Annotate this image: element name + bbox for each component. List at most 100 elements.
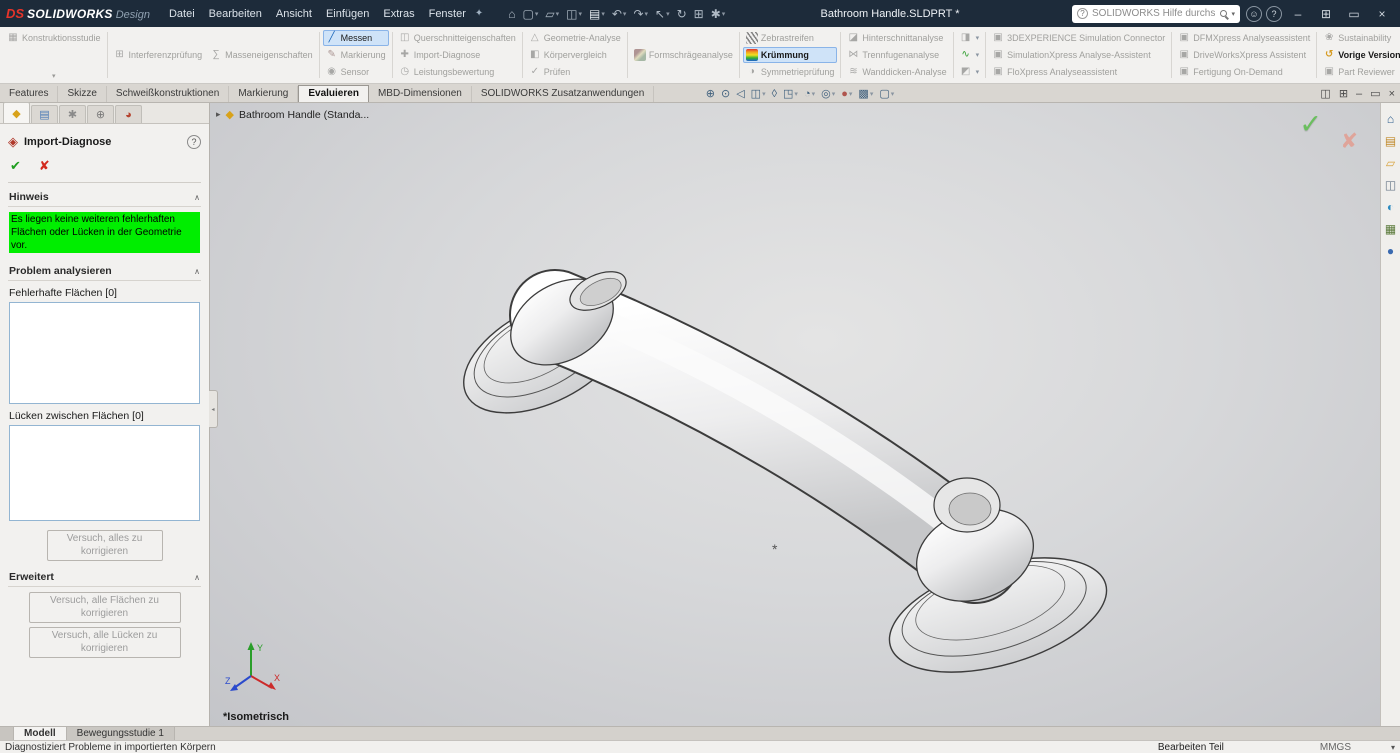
configurationmanager-tab[interactable]: ✱ [59,105,86,123]
breadcrumb[interactable]: ▸ ◆ Bathroom Handle (Standa... [216,108,369,121]
doc-minimize-icon[interactable]: – [1356,88,1362,100]
view-settings-button[interactable]: ▢▾ [877,87,896,100]
pane-grid-icon[interactable]: ⊞ [1339,87,1348,100]
confirmation-cancel-icon[interactable]: ✘ [1340,129,1358,154]
hide-show-items-button[interactable]: ◎▾ [819,87,837,100]
zoom-fit-button[interactable]: ⊕ [704,87,717,100]
undo-button[interactable]: ↶▾ [609,5,630,23]
view-orientation-button[interactable]: ◳▾ [781,87,800,100]
design-library-icon[interactable]: ▤ [1385,135,1396,148]
cancel-button[interactable]: ✘ [39,158,50,174]
property-manager-panel: ◆▤✱⊕◕ ◈ Import-Diagnose ? ✔ ✘ Hinweis ∧ … [0,103,210,726]
options-button[interactable]: ✱▾ [708,5,729,23]
tab-skizze[interactable]: Skizze [58,86,106,102]
measure-button[interactable]: ╱Messen [323,30,389,46]
help-search-box[interactable]: ? ▾ [1072,5,1240,23]
headsup-toolbar: ⊕⊙◁◫▾◊◳▾◔▾◎▾●▾▩▾▢▾ [704,84,897,103]
display-style-icon: ◔ [804,88,811,100]
confirmation-ok-icon[interactable]: ✓ [1299,109,1322,140]
doc-close-icon[interactable]: × [1389,88,1395,100]
zoom-area-button[interactable]: ⊙ [719,87,732,100]
statusbar-options-icon[interactable]: ▾ [1391,743,1395,752]
menu-einfugen[interactable]: Einfügen [319,4,376,24]
home-button[interactable]: ⌂ [505,5,518,23]
chevron-down-icon[interactable]: ▾ [1231,10,1235,18]
section-header-erweitert[interactable]: Erweitert ∧ [8,563,201,587]
tab-schweisskonstruktionen[interactable]: Schweißkonstruktionen [107,86,229,102]
menu-bearbeiten[interactable]: Bearbeiten [202,4,269,24]
dynamic-annotation-button[interactable]: ◊ [770,88,779,100]
new-document-button[interactable]: ▢▾ [520,5,542,23]
section-header-hinweis[interactable]: Hinweis ∧ [8,183,201,207]
appearances-icon[interactable]: ◐ [1387,201,1394,214]
featuremanager-tab[interactable]: ◆ [3,102,30,123]
edit-appearance-button[interactable]: ●▾ [839,88,854,100]
minimize-icon[interactable]: – [1286,4,1310,24]
help-icon[interactable]: ? [1266,6,1282,22]
forum-icon[interactable]: ● [1387,245,1394,258]
menu-datei[interactable]: Datei [162,4,202,24]
tab-mbd-dimensionen[interactable]: MBD-Dimensionen [369,86,472,102]
pane-split-icon[interactable]: ◫ [1320,87,1330,100]
displaymanager-tab[interactable]: ◕ [115,105,142,123]
units-label[interactable]: MMGS [1320,742,1351,753]
chevron-up-icon: ∧ [194,573,200,582]
check-previous-version-button[interactable]: ↺Vorige Version prüfen [1320,47,1400,63]
sustainability-button: ❀Sustainability [1320,30,1400,46]
dimxpertmanager-tab[interactable]: ⊕ [87,105,114,123]
surface-check-icon: ◩ [960,66,972,78]
view-orientation-label: *Isometrisch [223,711,289,723]
ribbon-item-label: Vorige Version prüfen [1338,50,1400,60]
previous-view-button[interactable]: ◁ [734,87,746,100]
doc-restore-icon[interactable]: ▭ [1370,87,1380,100]
save-button[interactable]: ◫▾ [563,5,585,23]
tab-markierung[interactable]: Markierung [229,86,298,102]
menu-extras[interactable]: Extras [376,4,421,24]
viewport[interactable]: ▸ ◆ Bathroom Handle (Standa... ✓ ✘ * Y X… [210,103,1380,726]
apply-scene-button[interactable]: ▩▾ [856,87,875,100]
print-button[interactable]: ▤▾ [586,5,608,23]
menu-fenster[interactable]: Fenster [422,4,473,24]
menu-ansicht[interactable]: Ansicht [269,4,319,24]
ok-button[interactable]: ✔ [10,158,21,174]
custom-properties-icon[interactable]: ▦ [1385,223,1396,236]
section-properties-button: ◫Querschnitteigenschaften [396,30,519,46]
faulty-faces-list[interactable] [9,302,200,404]
view-palette-icon[interactable]: ◫ [1385,179,1396,192]
tile-windows-icon[interactable]: ⊞ [1314,4,1338,24]
search-input[interactable] [1092,8,1216,19]
display-style-button[interactable]: ◔▾ [802,88,817,100]
model-tabs-scroll[interactable] [0,727,14,740]
rebuild-button[interactable]: ↻ [674,5,690,23]
model-tab-bewegungsstudie-1[interactable]: Bewegungsstudie 1 [67,727,175,740]
pin-menu-icon[interactable]: ✦ [473,8,491,19]
solidworks-logo: DS SOLIDWORKS Design [6,6,150,21]
thickness-analysis-icon: ≋ [847,66,859,78]
close-icon[interactable]: × [1370,4,1394,24]
curvature-comb-button[interactable]: ∿▾ [957,47,983,63]
help-button[interactable]: ? [187,135,201,149]
tab-features[interactable]: Features [0,86,58,102]
driveworksxpress-icon: ▣ [1178,49,1190,61]
select-button[interactable]: ↖▾ [652,5,673,23]
open-button[interactable]: ▱▾ [542,5,562,23]
breadcrumb-arrow-icon[interactable]: ▸ [216,109,221,120]
propertymanager-tab[interactable]: ▤ [31,105,58,123]
panel-collapse-handle[interactable]: ◂ [209,390,218,428]
tab-solidworks-zusatzanwendungen[interactable]: SOLIDWORKS Zusatzanwendungen [472,86,654,102]
resources-home-icon[interactable]: ⌂ [1387,113,1394,126]
search-icon[interactable] [1220,10,1227,17]
gaps-list[interactable] [9,425,200,521]
account-icon[interactable]: ☺ [1246,6,1262,22]
restore-icon[interactable]: ▭ [1342,4,1366,24]
section-view-button[interactable]: ◫▾ [749,87,768,100]
file-properties-button[interactable]: ⊞ [691,5,707,23]
file-explorer-icon[interactable]: ▱ [1386,157,1395,170]
curvature-button[interactable]: Krümmung [743,47,838,63]
redo-button[interactable]: ↷▾ [630,5,651,23]
model-tab-modell[interactable]: Modell [14,727,67,740]
model-3d-bathroom-handle[interactable] [210,103,1380,726]
tab-evaluieren[interactable]: Evaluieren [298,85,369,102]
design-study-button: ▦Konstruktionsstudie [4,30,104,46]
section-header-problem-analysieren[interactable]: Problem analysieren ∧ [8,257,201,281]
